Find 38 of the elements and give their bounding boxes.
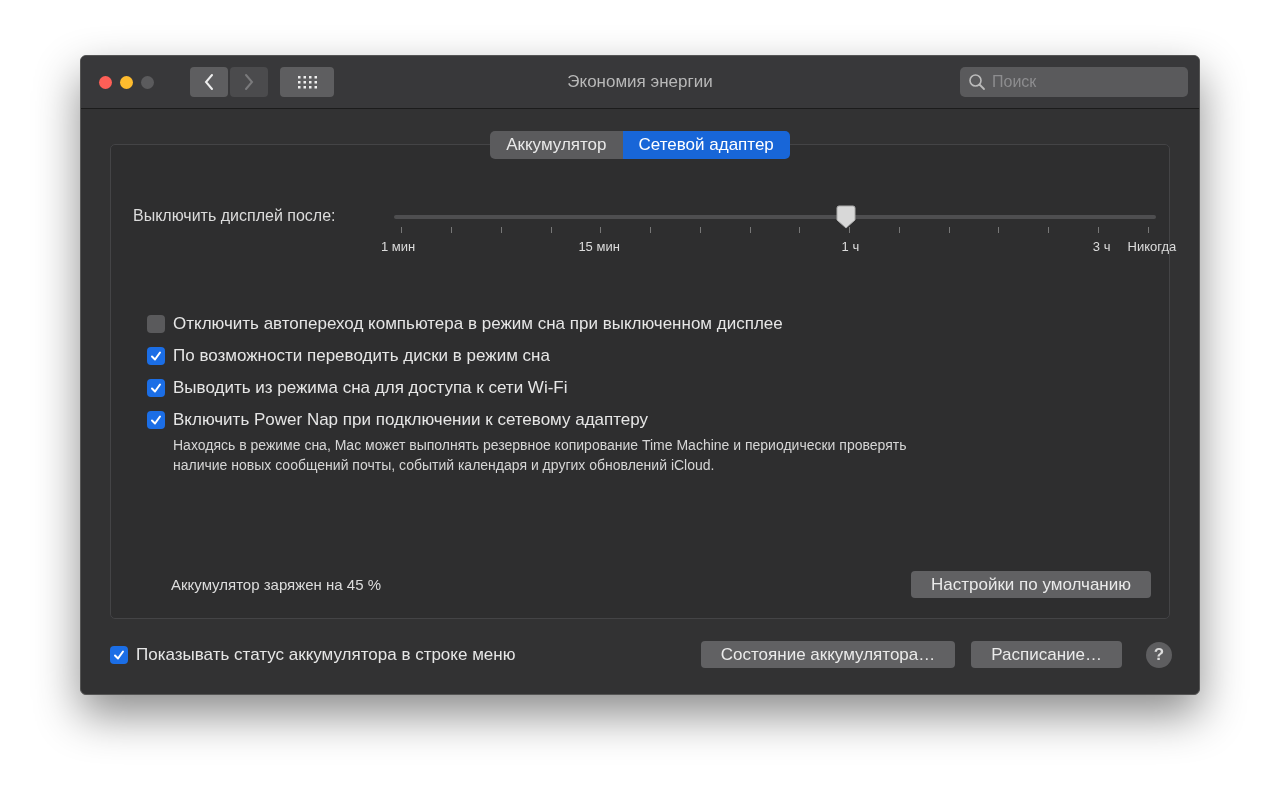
action-button[interactable]: Состояние аккумулятора… <box>700 641 956 668</box>
checkbox-label: Отключить автопереход компьютера в режим сна при выключенном дисплее <box>173 314 783 334</box>
help-button[interactable]: ? <box>1146 641 1172 668</box>
tab[interactable]: Аккумулятор <box>490 131 623 159</box>
checkmark-icon <box>150 382 162 394</box>
checkbox[interactable] <box>147 315 165 333</box>
close-button[interactable] <box>99 75 112 89</box>
tab[interactable]: Сетевой адаптер <box>622 131 790 159</box>
option-description: Находясь в режиме сна, Mac может выполнять резервное копирование Time Machine и периодически проверять наличие новых сообщений почты, событий календаря и других обновлений iCloud. <box>173 436 908 475</box>
chevron-right-icon <box>243 73 255 91</box>
window-title: Экономия энергии <box>567 72 713 91</box>
action-button[interactable]: Расписание… <box>971 641 1122 668</box>
chevron-left-icon <box>203 73 215 91</box>
tick-label: 3 ч <box>1092 239 1111 254</box>
checkbox-label: По возможности переводить диски в режим сна <box>173 346 550 366</box>
checkbox[interactable] <box>110 645 128 664</box>
checkbox-label: Показывать статус аккумулятора в строке меню <box>136 644 516 665</box>
battery-status: Аккумулятор заряжен на 45 % <box>171 576 382 593</box>
restore-defaults-button[interactable]: Настройки по умолчанию <box>910 571 1151 598</box>
checkbox-label: Включить Power Nap при подключении к сетевому адаптеру <box>173 410 650 430</box>
slider-thumb[interactable] <box>836 205 857 229</box>
tick-label: 1 мин <box>381 239 416 254</box>
checkbox[interactable] <box>147 411 165 429</box>
checkbox[interactable] <box>147 347 165 365</box>
tick-label: 15 мин <box>578 239 620 254</box>
tick-label: 1 ч <box>841 239 860 254</box>
tick-label: Никогда <box>1127 239 1177 254</box>
show-all-button[interactable] <box>280 67 334 97</box>
checkbox-label: Выводить из режима сна для доступа к сети Wi-Fi <box>173 378 568 398</box>
search-icon <box>968 73 986 91</box>
checkbox[interactable] <box>147 379 165 397</box>
checkmark-icon <box>150 350 162 362</box>
slider-label: Выключить дисплей после: <box>133 206 337 225</box>
minimize-button[interactable] <box>120 75 133 89</box>
grid-icon <box>297 75 317 89</box>
back-button[interactable] <box>190 67 228 97</box>
checkmark-icon <box>113 648 125 661</box>
checkmark-icon <box>150 414 162 426</box>
